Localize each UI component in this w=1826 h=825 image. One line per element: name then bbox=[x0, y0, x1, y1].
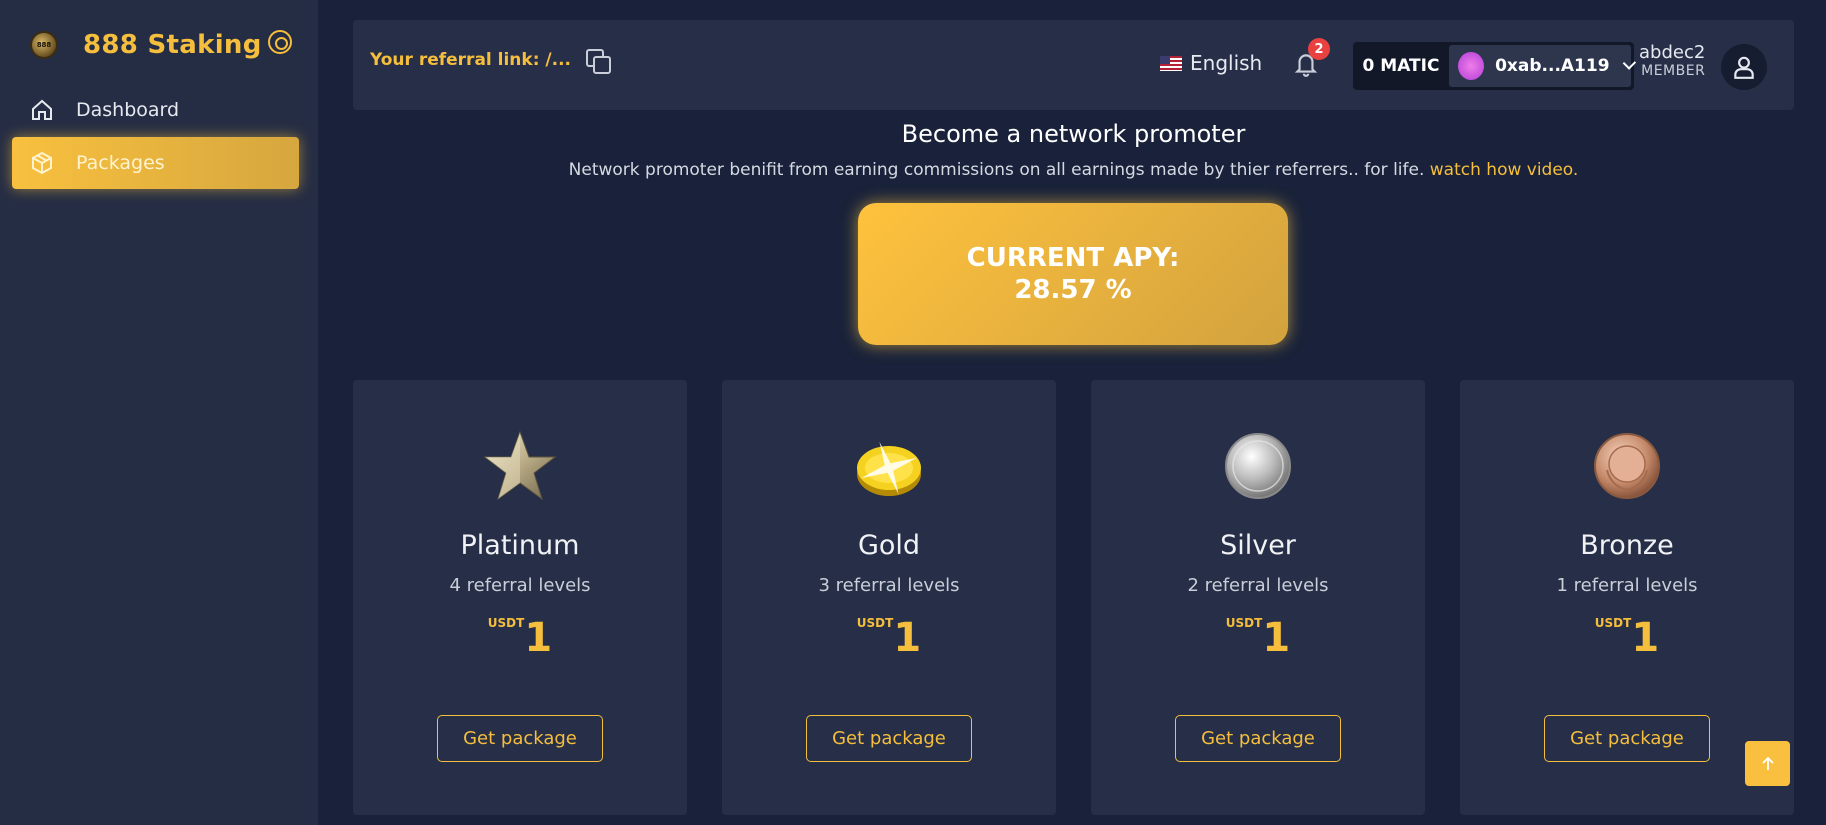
package-card-silver: Silver 2 referral levels USDT 1 Get pack… bbox=[1091, 380, 1425, 815]
language-selector[interactable]: English bbox=[1160, 51, 1262, 75]
current-apy-banner: CURRENT APY: 28.57 % bbox=[858, 203, 1288, 345]
chevron-down-icon bbox=[1622, 56, 1636, 71]
brand-name: 888 Staking bbox=[83, 30, 262, 60]
sidebar-toggle-icon[interactable] bbox=[268, 30, 292, 54]
price-currency: USDT bbox=[856, 616, 894, 630]
get-package-button[interactable]: Get package bbox=[806, 715, 972, 762]
wallet-address: 0xab...A119 bbox=[1495, 56, 1610, 76]
wallet-balance: 0 MATIC bbox=[1362, 56, 1440, 76]
price-currency: USDT bbox=[1225, 616, 1263, 630]
brand-logo-icon: 888 bbox=[30, 31, 58, 59]
star-icon bbox=[484, 430, 556, 501]
package-name: Gold bbox=[857, 530, 921, 561]
apy-label: CURRENT APY: bbox=[966, 243, 1180, 273]
brand[interactable]: 888 888 Staking bbox=[30, 30, 262, 60]
promo-description: Network promoter benifit from earning co… bbox=[353, 160, 1794, 180]
copy-icon[interactable] bbox=[585, 48, 612, 74]
referral-link: Your referral link: /... bbox=[370, 48, 612, 74]
get-package-button[interactable]: Get package bbox=[1544, 715, 1710, 762]
us-flag-icon bbox=[1160, 55, 1182, 71]
package-price: USDT 1 bbox=[1460, 612, 1794, 658]
referral-label: Your referral link: /... bbox=[370, 50, 572, 70]
notification-badge: 2 bbox=[1308, 38, 1330, 60]
package-name: Bronze bbox=[1580, 530, 1674, 561]
sidebar-item-label: Dashboard bbox=[76, 99, 180, 121]
price-amount: 1 bbox=[1631, 615, 1660, 661]
package-name: Silver bbox=[1220, 530, 1296, 561]
package-levels: 1 referral levels bbox=[1556, 575, 1698, 596]
sidebar-item-dashboard[interactable]: Dashboard bbox=[12, 84, 299, 136]
package-price: USDT 1 bbox=[353, 612, 687, 658]
account-dropdown[interactable]: 0xab...A119 bbox=[1449, 45, 1636, 87]
language-label: English bbox=[1190, 51, 1263, 75]
package-card-gold: Gold 3 referral levels USDT 1 Get packag… bbox=[722, 380, 1056, 815]
promo-title: Become a network promoter bbox=[901, 120, 1246, 148]
package-name: Platinum bbox=[460, 530, 580, 561]
user-avatar[interactable] bbox=[1721, 44, 1767, 90]
user-info: abdec2 MEMBER bbox=[1639, 42, 1705, 79]
price-currency: USDT bbox=[1594, 616, 1632, 630]
promo-text: Network promoter benifit from earning co… bbox=[568, 160, 1425, 180]
package-price: USDT 1 bbox=[1091, 612, 1425, 658]
apy-value: 28.57 % bbox=[1014, 275, 1132, 305]
price-amount: 1 bbox=[524, 615, 553, 661]
package-price: USDT 1 bbox=[722, 612, 1056, 658]
watch-video-link[interactable]: watch how video. bbox=[1430, 160, 1579, 180]
package-icon bbox=[30, 151, 54, 175]
sidebar-item-packages[interactable]: Packages bbox=[12, 137, 299, 189]
price-currency: USDT bbox=[487, 616, 525, 630]
home-icon bbox=[30, 98, 54, 122]
account-avatar-icon bbox=[1458, 52, 1485, 80]
sidebar: 888 888 Staking Dashboard Packages bbox=[0, 0, 318, 825]
scroll-to-top-button[interactable] bbox=[1745, 741, 1790, 786]
top-header: Your referral link: /... English 2 0 MAT… bbox=[353, 20, 1794, 110]
silver-coin-icon bbox=[1225, 433, 1291, 499]
get-package-button[interactable]: Get package bbox=[1175, 715, 1341, 762]
username: abdec2 bbox=[1639, 42, 1706, 63]
package-card-bronze: Bronze 1 referral levels USDT 1 Get pack… bbox=[1460, 380, 1794, 815]
user-icon bbox=[1734, 56, 1754, 79]
package-levels: 3 referral levels bbox=[818, 575, 960, 596]
sidebar-item-label: Packages bbox=[76, 152, 165, 174]
wallet-widget: 0 MATIC 0xab...A119 bbox=[1353, 42, 1636, 90]
package-levels: 4 referral levels bbox=[449, 575, 591, 596]
package-levels: 2 referral levels bbox=[1187, 575, 1329, 596]
user-role: MEMBER bbox=[1641, 63, 1706, 79]
gold-coin-icon bbox=[857, 441, 921, 496]
price-amount: 1 bbox=[893, 615, 922, 661]
bronze-medal-icon bbox=[1594, 433, 1660, 499]
price-amount: 1 bbox=[1262, 615, 1291, 661]
get-package-button[interactable]: Get package bbox=[437, 715, 603, 762]
package-card-platinum: Platinum 4 referral levels USDT 1 Get pa… bbox=[353, 380, 687, 815]
arrow-up-icon bbox=[1761, 756, 1774, 770]
